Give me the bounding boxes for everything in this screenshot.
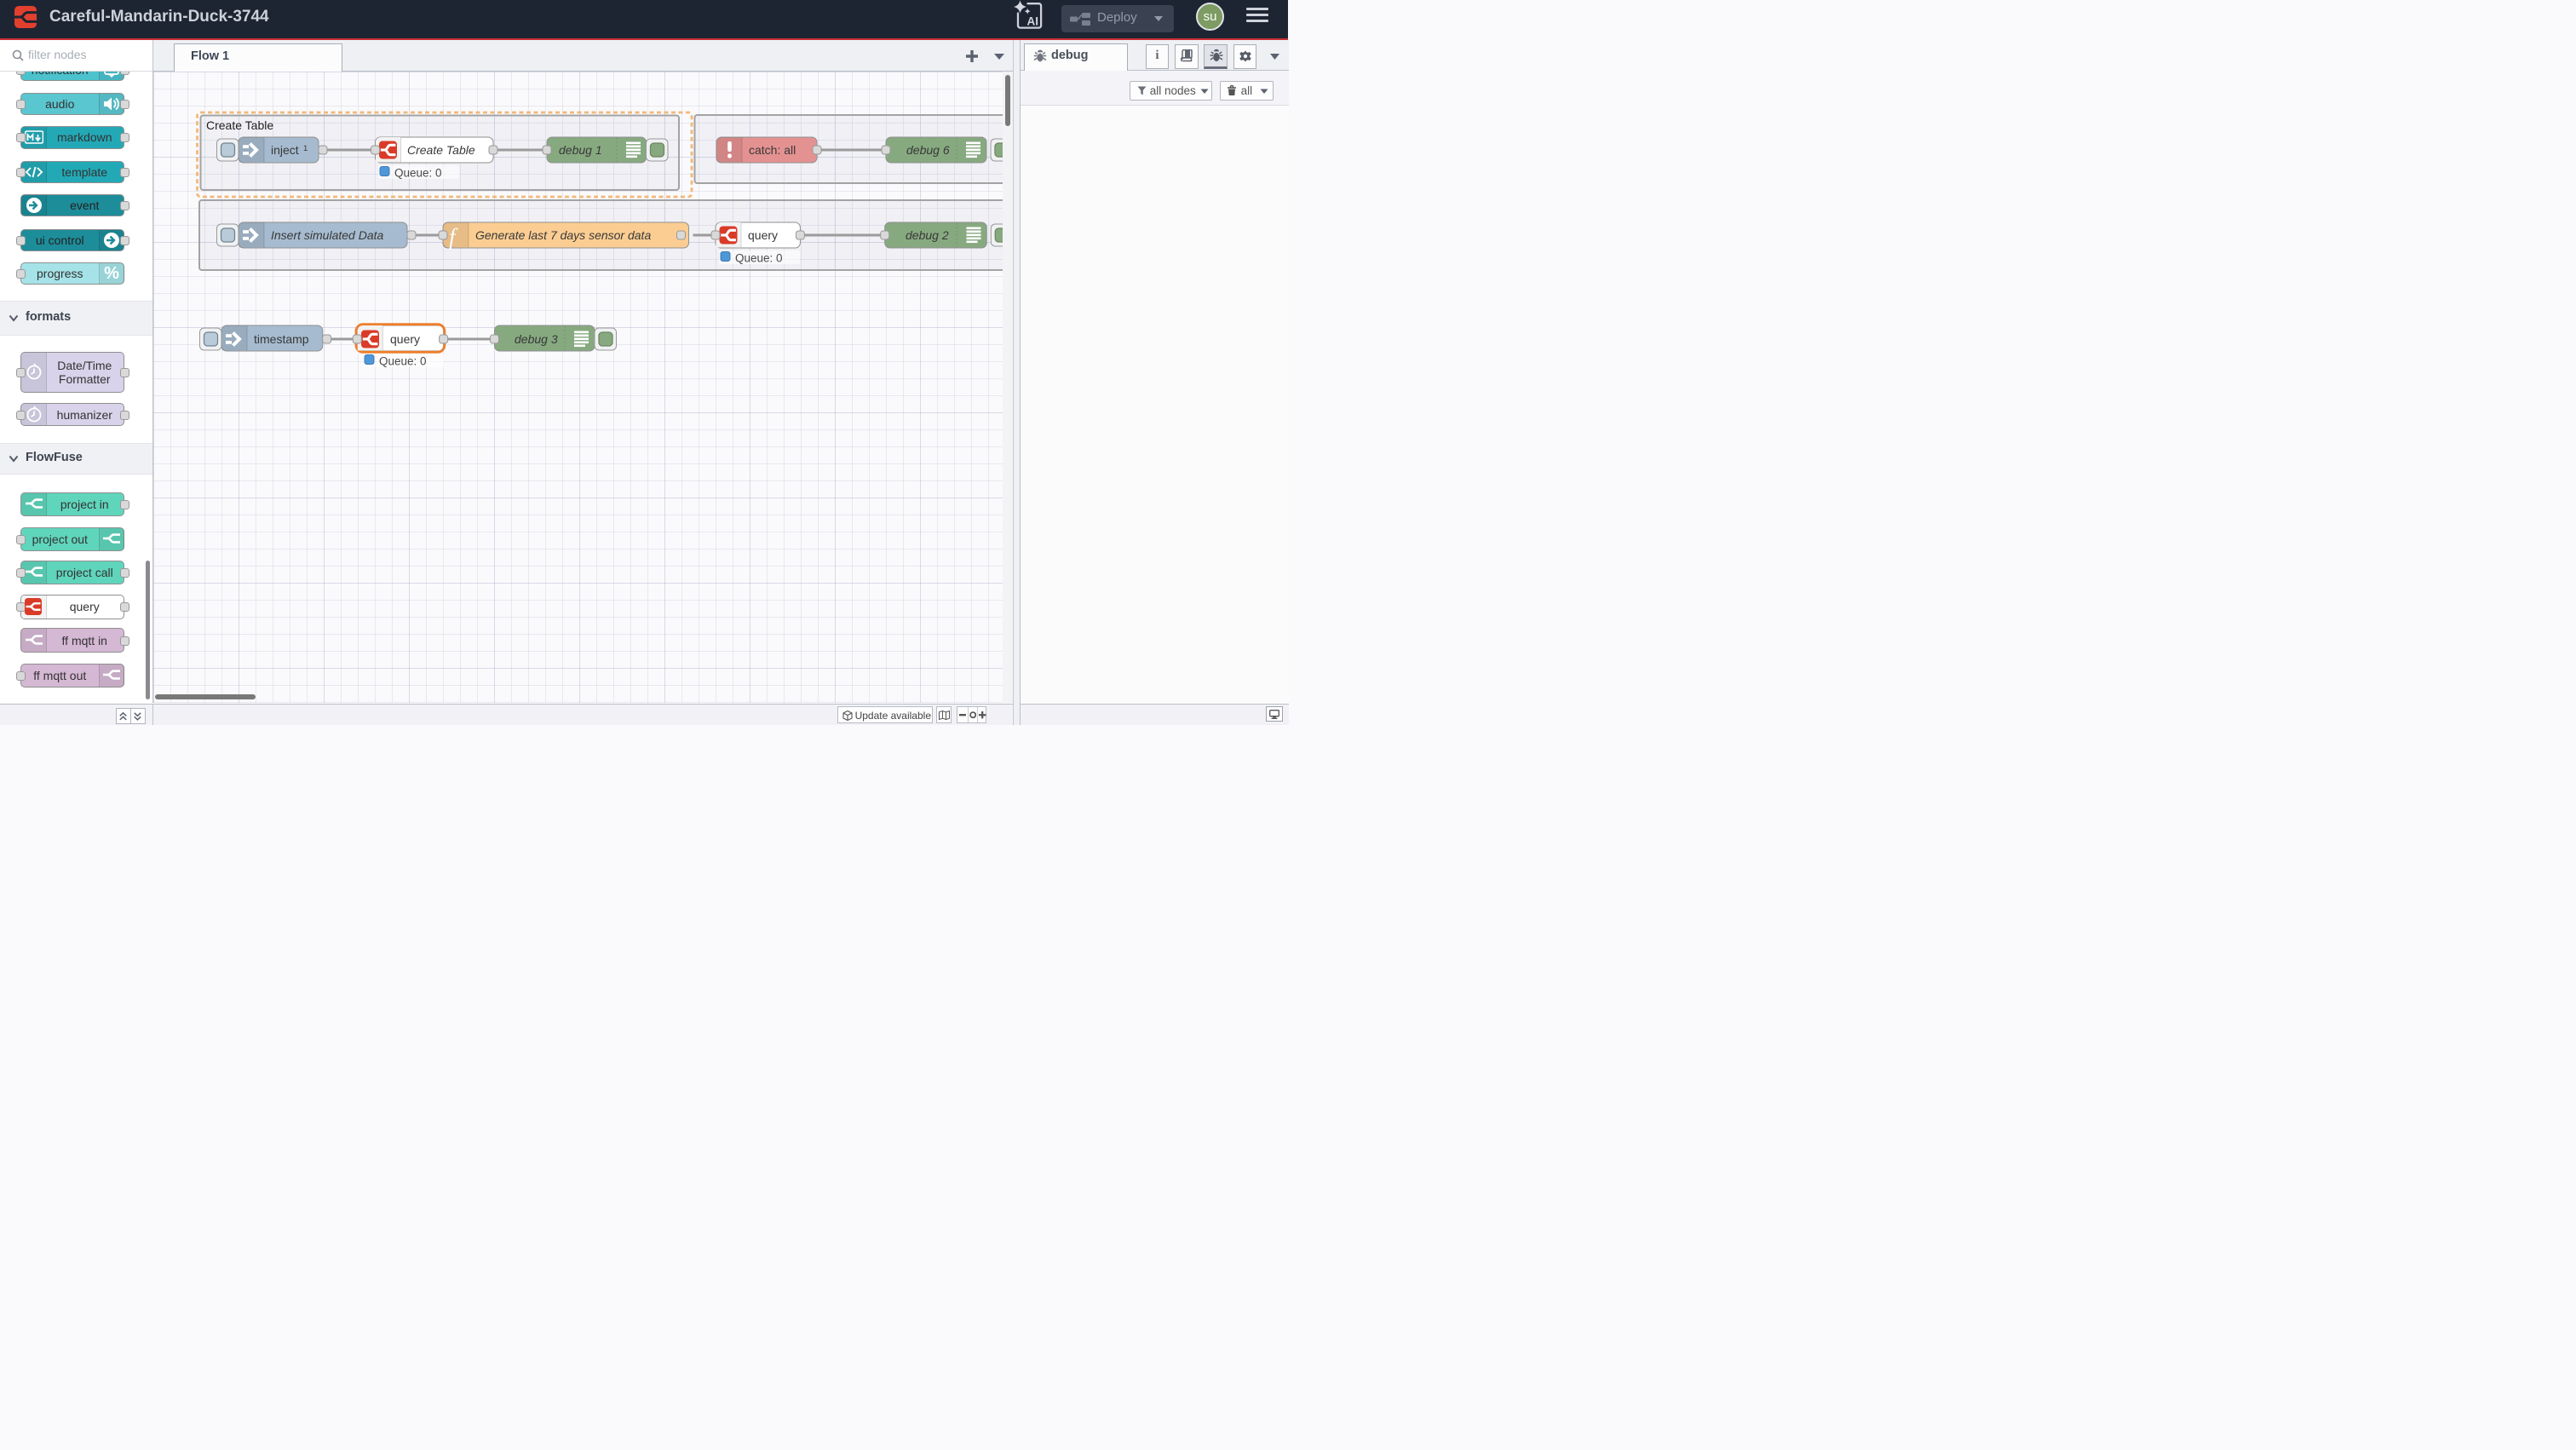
- svg-text:AI: AI: [1027, 15, 1039, 28]
- svg-text:Insert simulated Data: Insert simulated Data: [271, 228, 383, 242]
- svg-text:inject: inject: [271, 143, 299, 157]
- svg-text:Create Table: Create Table: [407, 143, 475, 157]
- svg-text:debug 1: debug 1: [559, 143, 602, 157]
- svg-text:query: query: [748, 228, 778, 242]
- svg-text:timestamp: timestamp: [254, 332, 309, 346]
- svg-text:debug 2: debug 2: [906, 228, 949, 242]
- svg-text:debug 3: debug 3: [515, 332, 558, 346]
- svg-text:Queue: 0: Queue: 0: [394, 167, 442, 180]
- svg-text:catch: all: catch: all: [749, 143, 796, 157]
- svg-text:debug 6: debug 6: [906, 143, 950, 157]
- svg-text:Queue: 0: Queue: 0: [379, 355, 427, 368]
- svg-text:Create Table: Create Table: [206, 118, 273, 132]
- svg-text:1: 1: [303, 144, 308, 153]
- svg-text:query: query: [390, 332, 420, 346]
- svg-text:%: %: [104, 264, 119, 283]
- svg-text:Generate last 7 days sensor da: Generate last 7 days sensor data: [475, 228, 651, 242]
- svg-text:Queue: 0: Queue: 0: [735, 252, 783, 265]
